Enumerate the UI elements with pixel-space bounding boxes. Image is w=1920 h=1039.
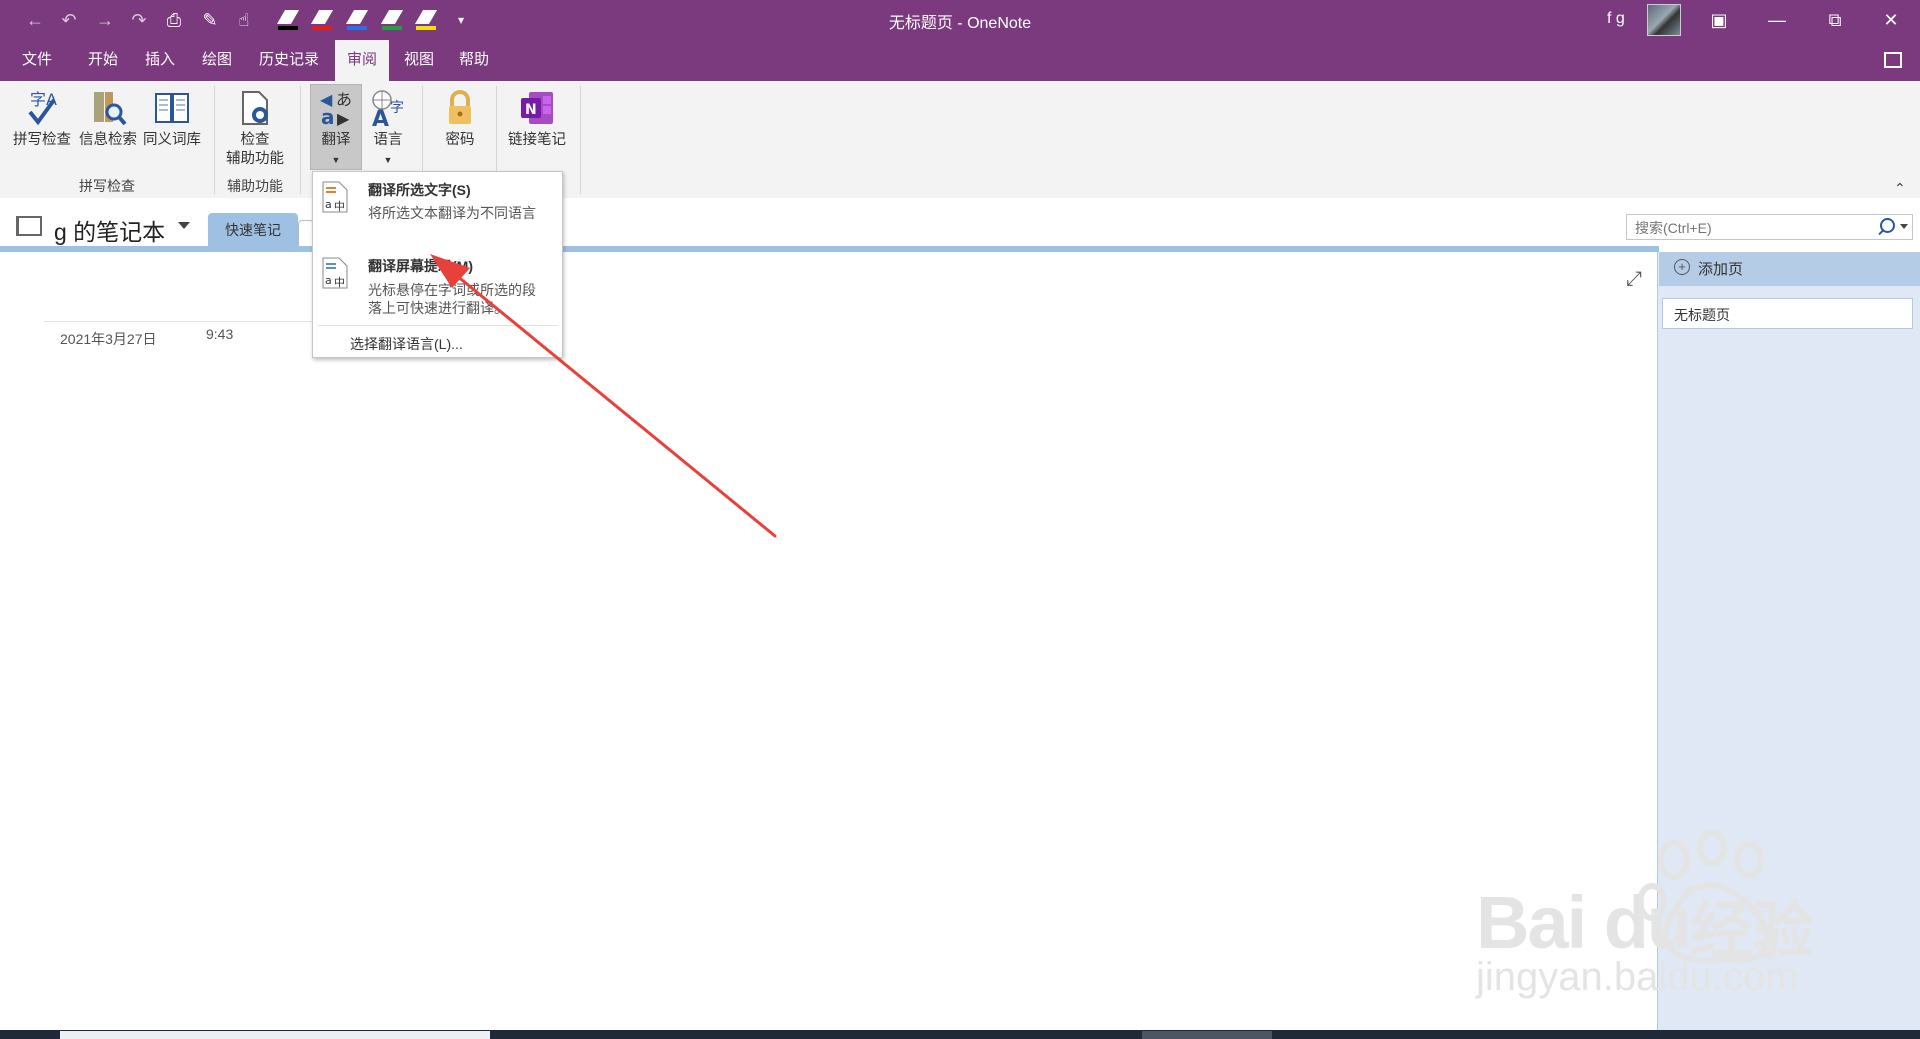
watermark-url: jingyan.baidu.com — [1476, 955, 1799, 999]
watermark-brand: Bai du — [1476, 881, 1692, 964]
taskbar-app-button[interactable] — [1142, 1031, 1272, 1039]
taskbar-search-field[interactable] — [60, 1031, 490, 1039]
